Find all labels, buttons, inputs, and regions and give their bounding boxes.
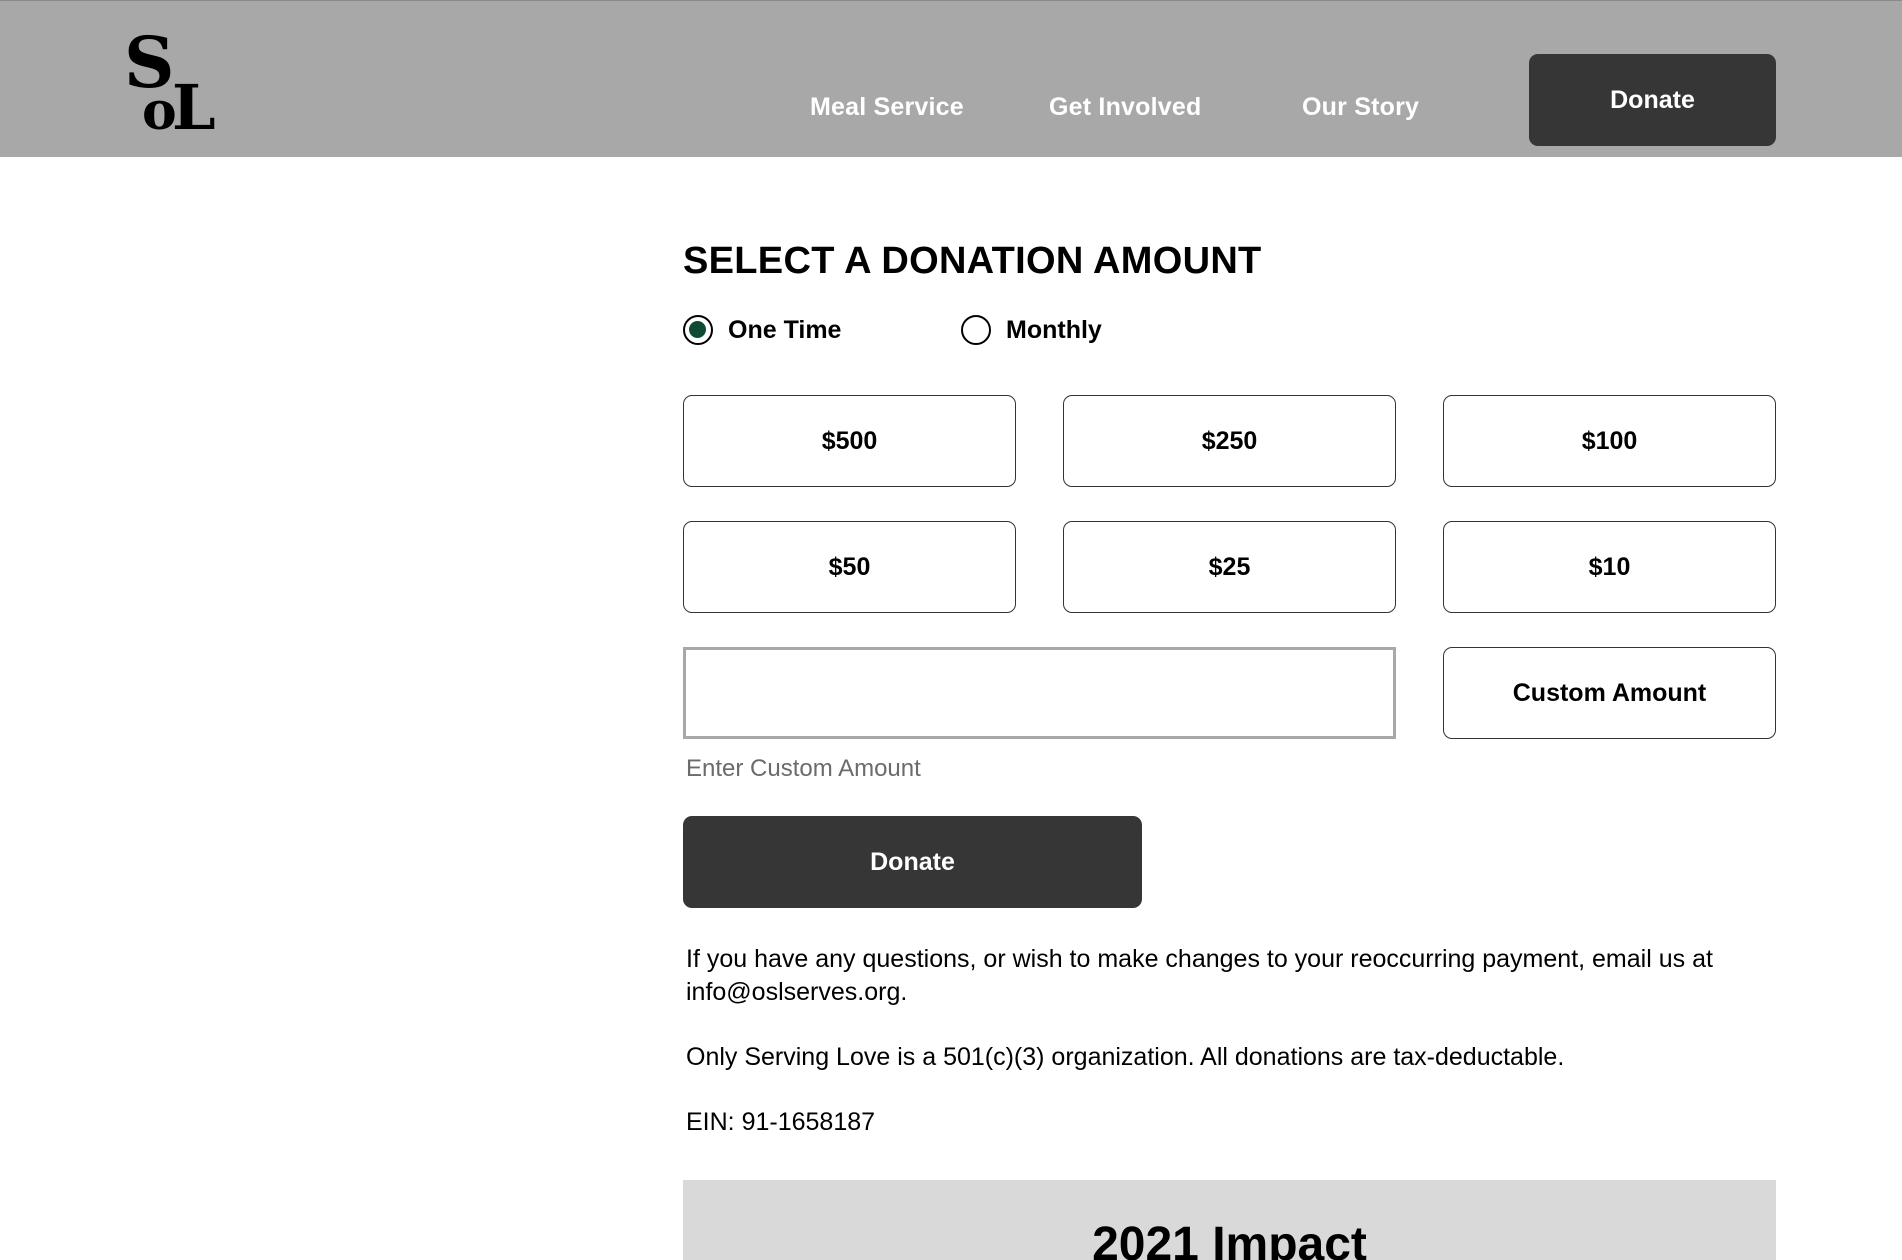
impact-section: 2021 Impact xyxy=(683,1180,1776,1260)
amount-25-button[interactable]: $25 xyxy=(1063,521,1396,613)
custom-amount-button[interactable]: Custom Amount xyxy=(1443,647,1776,739)
amount-500-button[interactable]: $500 xyxy=(683,395,1016,487)
header-donate-button[interactable]: Donate xyxy=(1529,54,1776,146)
frequency-label: Monthly xyxy=(1006,315,1102,344)
frequency-option-one-time[interactable]: One Time xyxy=(683,315,841,345)
contact-info-text: If you have any questions, or wish to ma… xyxy=(686,945,1713,1006)
osl-logo[interactable]: S o L xyxy=(118,25,222,133)
donation-title: SELECT A DONATION AMOUNT xyxy=(683,240,1262,282)
nav-meal-service[interactable]: Meal Service xyxy=(810,93,964,122)
amount-10-button[interactable]: $10 xyxy=(1443,521,1776,613)
donate-button[interactable]: Donate xyxy=(683,816,1142,908)
radio-unselected-icon[interactable] xyxy=(961,315,991,345)
impact-title: 2021 Impact xyxy=(1092,1218,1367,1260)
custom-amount-hint: Enter Custom Amount xyxy=(686,755,921,782)
amount-100-button[interactable]: $100 xyxy=(1443,395,1776,487)
nav-our-story[interactable]: Our Story xyxy=(1302,93,1419,122)
nonprofit-status-text: Only Serving Love is a 501(c)(3) organiz… xyxy=(686,1043,1565,1071)
frequency-label: One Time xyxy=(728,315,842,344)
frequency-option-monthly[interactable]: Monthly xyxy=(961,315,1102,345)
custom-amount-input[interactable] xyxy=(683,647,1396,739)
ein-text: EIN: 91-1658187 xyxy=(686,1108,876,1136)
site-header: S o L Meal Service Get Involved Our Stor… xyxy=(0,0,1902,157)
radio-selected-icon[interactable] xyxy=(683,315,713,345)
svg-text:L: L xyxy=(172,71,216,133)
amount-250-button[interactable]: $250 xyxy=(1063,395,1396,487)
nav-get-involved[interactable]: Get Involved xyxy=(1049,93,1201,122)
logo-mark-icon: S o L xyxy=(124,25,216,133)
amount-50-button[interactable]: $50 xyxy=(683,521,1016,613)
